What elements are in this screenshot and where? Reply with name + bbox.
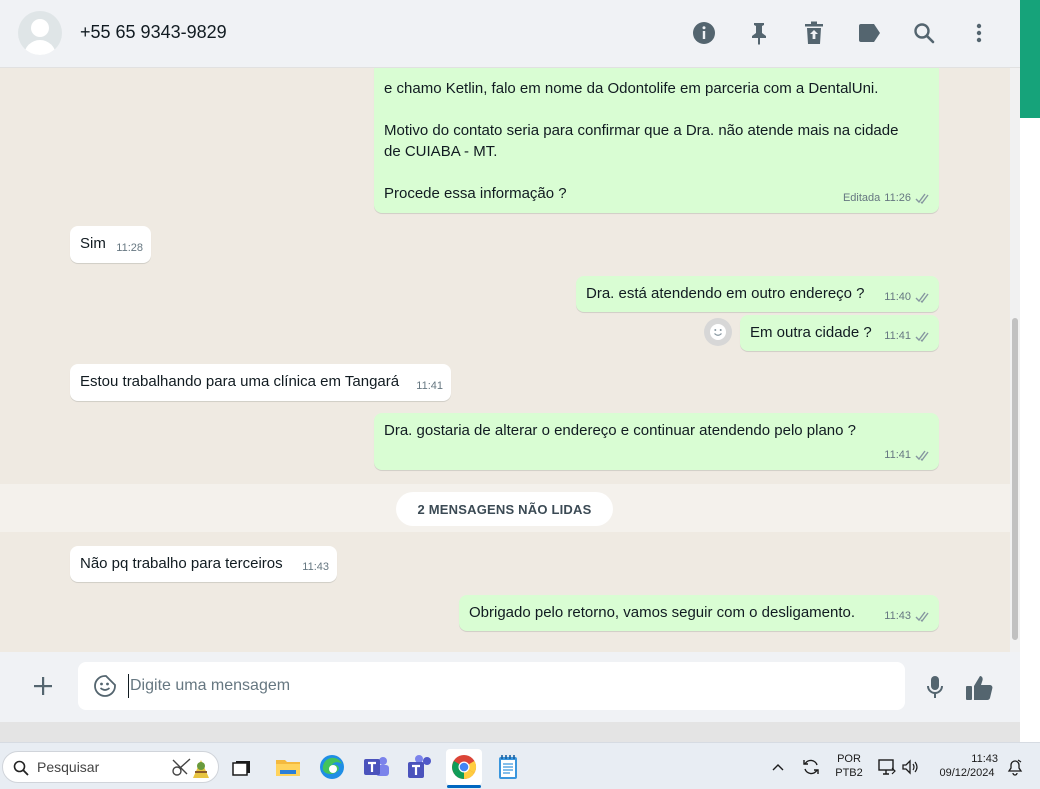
whatsapp-window: +55 65 9343-9829 e chamo Ketlin, falo em… <box>0 0 1020 742</box>
keyboard-language[interactable]: POR PTB2 <box>832 752 866 780</box>
sticker-icon[interactable] <box>93 674 117 698</box>
active-app-indicator <box>447 785 481 788</box>
double-check-icon <box>915 611 929 622</box>
system-clock[interactable]: 11:43 09/12/2024 <box>928 752 1006 780</box>
file-explorer-icon[interactable] <box>272 751 304 783</box>
volume-icon[interactable] <box>896 751 924 783</box>
message-line <box>384 162 929 183</box>
double-check-icon <box>915 193 929 204</box>
message-composer[interactable] <box>78 662 905 710</box>
sync-icon[interactable] <box>795 751 827 783</box>
message-incoming[interactable]: Não pq trabalho para terceiros 11:43 <box>70 546 337 582</box>
notepad-icon[interactable] <box>492 751 524 783</box>
delete-icon[interactable] <box>801 20 827 46</box>
message-outgoing[interactable]: e chamo Ketlin, falo em nome da Odontoli… <box>374 68 939 213</box>
message-meta: Editada 11:26 <box>843 188 931 209</box>
microphone-icon[interactable] <box>925 674 945 702</box>
double-check-icon <box>915 331 929 342</box>
avatar[interactable] <box>18 11 62 55</box>
teams-classic-icon[interactable] <box>404 751 436 783</box>
search-icon[interactable] <box>911 20 937 46</box>
message-meta: 11:40 <box>884 287 931 308</box>
message-time: 11:41 <box>884 330 911 342</box>
message-text: Estou trabalhando para uma clínica em Ta… <box>80 373 400 390</box>
menu-icon[interactable] <box>966 20 992 46</box>
message-time: 11:26 <box>884 192 911 204</box>
message-text: Sim <box>80 235 106 252</box>
attach-plus-icon[interactable] <box>31 674 55 698</box>
double-check-icon <box>915 292 929 303</box>
unread-messages-badge: 2 MENSAGENS NÃO LIDAS <box>396 492 613 526</box>
browser-scrollbar[interactable] <box>1020 0 1040 742</box>
message-meta: 11:28 <box>116 238 143 259</box>
message-meta: 11:43 <box>884 606 931 627</box>
message-line: de CUIABA - MT. <box>384 143 498 160</box>
message-text: Dra. está atendendo em outro endereço ? <box>586 285 865 302</box>
message-list[interactable]: e chamo Ketlin, falo em nome da Odontoli… <box>0 68 1010 652</box>
text-caret <box>128 674 129 698</box>
edge-icon[interactable] <box>316 751 348 783</box>
notification-icon[interactable] <box>1002 751 1028 783</box>
message-time: 11:41 <box>416 380 443 392</box>
message-outgoing[interactable]: Dra. está atendendo em outro endereço ? … <box>576 276 939 312</box>
message-line: e chamo Ketlin, falo em nome da Odontoli… <box>384 80 879 97</box>
message-input[interactable] <box>130 674 890 698</box>
message-incoming[interactable]: Estou trabalhando para uma clínica em Ta… <box>70 364 451 401</box>
react-emoji-icon[interactable] <box>704 318 732 346</box>
message-outgoing[interactable]: Dra. gostaria de alterar o endereço e co… <box>374 413 939 470</box>
message-text: Em outra cidade ? <box>750 324 872 341</box>
message-time: 11:28 <box>116 242 143 254</box>
taskbar-search-label: Pesquisar <box>37 759 100 775</box>
message-line <box>384 99 929 120</box>
message-outgoing[interactable]: Em outra cidade ? 11:41 <box>740 315 939 351</box>
message-meta: 11:43 <box>302 557 329 578</box>
message-time: 11:43 <box>884 610 911 622</box>
label-icon[interactable] <box>856 20 882 46</box>
message-time: 11:43 <box>302 561 329 573</box>
message-line: Motivo do contato seria para confirmar q… <box>384 122 899 139</box>
chrome-icon[interactable] <box>446 749 482 785</box>
scrollbar-thumb[interactable] <box>1012 318 1018 640</box>
message-incoming[interactable]: Sim 11:28 <box>70 226 151 263</box>
message-meta: 11:41 <box>416 376 443 397</box>
message-text: Obrigado pelo retorno, vamos seguir com … <box>469 604 856 621</box>
message-outgoing[interactable]: Obrigado pelo retorno, vamos seguir com … <box>459 595 939 631</box>
message-time: 11:41 <box>884 449 911 461</box>
info-icon[interactable] <box>691 20 717 46</box>
search-icon <box>13 760 29 776</box>
search-highlight-icon <box>172 758 209 778</box>
task-view-icon[interactable] <box>226 751 258 783</box>
clock-date: 09/12/2024 <box>939 767 995 779</box>
chevron-up-icon[interactable] <box>762 751 794 783</box>
language-code: POR <box>837 753 861 765</box>
taskbar: Pesquisar POR PTB2 11:43 09/12/2024 <box>0 742 1040 789</box>
pin-icon[interactable] <box>746 20 772 46</box>
message-meta: 11:41 <box>884 326 931 347</box>
composer-bar <box>0 652 1020 722</box>
clock-time: 11:43 <box>971 753 998 765</box>
teams-icon[interactable] <box>360 751 392 783</box>
contact-name[interactable]: +55 65 9343-9829 <box>80 22 227 43</box>
edited-label: Editada <box>842 192 881 204</box>
window-bottom-edge <box>0 722 1020 742</box>
thumbs-up-icon[interactable] <box>965 674 995 702</box>
message-text: Não pq trabalho para terceiros <box>80 555 283 572</box>
chat-header: +55 65 9343-9829 <box>0 0 1020 68</box>
message-meta: 11:41 <box>884 445 931 466</box>
message-text: Dra. gostaria de alterar o endereço e co… <box>384 422 856 439</box>
keyboard-layout: PTB2 <box>835 767 863 779</box>
browser-scrollbar-thumb[interactable] <box>1020 0 1040 118</box>
double-check-icon <box>915 450 929 461</box>
message-time: 11:40 <box>884 291 911 303</box>
taskbar-search[interactable]: Pesquisar <box>2 751 219 783</box>
